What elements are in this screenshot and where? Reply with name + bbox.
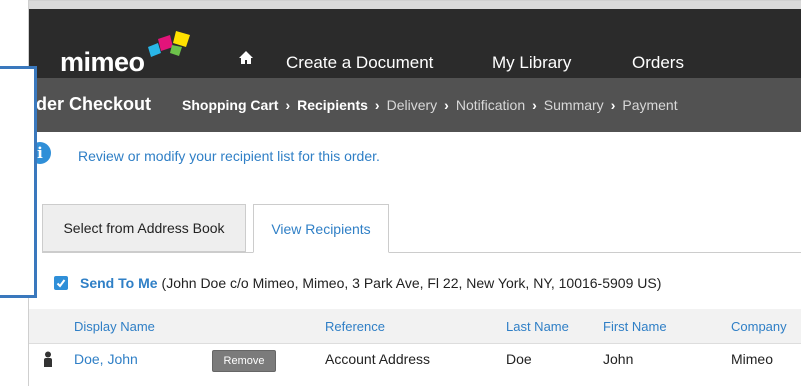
crumb-separator: ›	[532, 97, 537, 113]
send-to-me-address: (John Doe c/o Mimeo, Mimeo, 3 Park Ave, …	[161, 275, 662, 291]
callout-box	[0, 66, 37, 298]
recipient-display-name[interactable]: Doe, John	[74, 351, 138, 367]
crumb-payment: Payment	[622, 97, 678, 113]
checkout-title: rder Checkout	[29, 94, 152, 114]
tab-select-from-address-book[interactable]: Select from Address Book	[42, 204, 246, 252]
column-first-name[interactable]: First Name	[603, 319, 667, 334]
recipients-table-header: Display Name Reference Last Name First N…	[29, 309, 801, 344]
logo-text[interactable]: mimeo	[60, 47, 145, 78]
crumb-separator: ›	[610, 97, 616, 113]
remove-button[interactable]: Remove	[212, 350, 276, 372]
nav-orders[interactable]: Orders	[632, 53, 684, 73]
recipient-reference: Account Address	[325, 351, 431, 367]
top-navigation: mimeo Create a Document My Library Order…	[29, 1, 801, 78]
nav-my-library[interactable]: My Library	[492, 53, 571, 73]
crumb-notification: Notification	[455, 97, 526, 113]
logo-mark-icon	[148, 31, 190, 57]
column-reference[interactable]: Reference	[325, 319, 385, 334]
crumb-recipients[interactable]: Recipients	[297, 97, 368, 113]
breadcrumb: Shopping Cart › Recipients › Delivery › …	[182, 97, 678, 113]
crumb-separator: ›	[444, 97, 449, 113]
send-to-me-row: Send To Me (John Doe c/o Mimeo, Mimeo, 3…	[54, 275, 661, 291]
column-company[interactable]: Company	[731, 319, 787, 334]
person-icon	[44, 351, 52, 367]
crumb-separator: ›	[285, 97, 291, 113]
page-frame: mimeo Create a Document My Library Order…	[28, 0, 801, 386]
column-display-name[interactable]: Display Name	[74, 319, 155, 334]
recipient-first-name: John	[603, 351, 634, 367]
recipient-company: Mimeo	[731, 351, 774, 367]
send-to-me-label[interactable]: Send To Me	[80, 275, 158, 291]
column-last-name[interactable]: Last Name	[506, 319, 569, 334]
table-row: Doe, John Remove Account Address Doe Joh…	[29, 344, 801, 376]
crumb-summary: Summary	[543, 97, 604, 113]
nav-create-document[interactable]: Create a Document	[286, 53, 433, 73]
tab-view-recipients[interactable]: View Recipients	[253, 204, 389, 253]
crumb-delivery: Delivery	[386, 97, 438, 113]
home-icon[interactable]	[234, 45, 258, 69]
send-to-me-checkbox[interactable]	[54, 276, 68, 290]
crumb-shopping-cart[interactable]: Shopping Cart	[182, 97, 278, 113]
tabs-divider	[42, 252, 801, 253]
info-message: Review or modify your recipient list for…	[78, 148, 380, 164]
checkout-breadcrumb-bar: rder Checkout Shopping Cart › Recipients…	[29, 78, 801, 132]
crumb-separator: ›	[374, 97, 380, 113]
recipient-last-name: Doe	[506, 351, 532, 367]
